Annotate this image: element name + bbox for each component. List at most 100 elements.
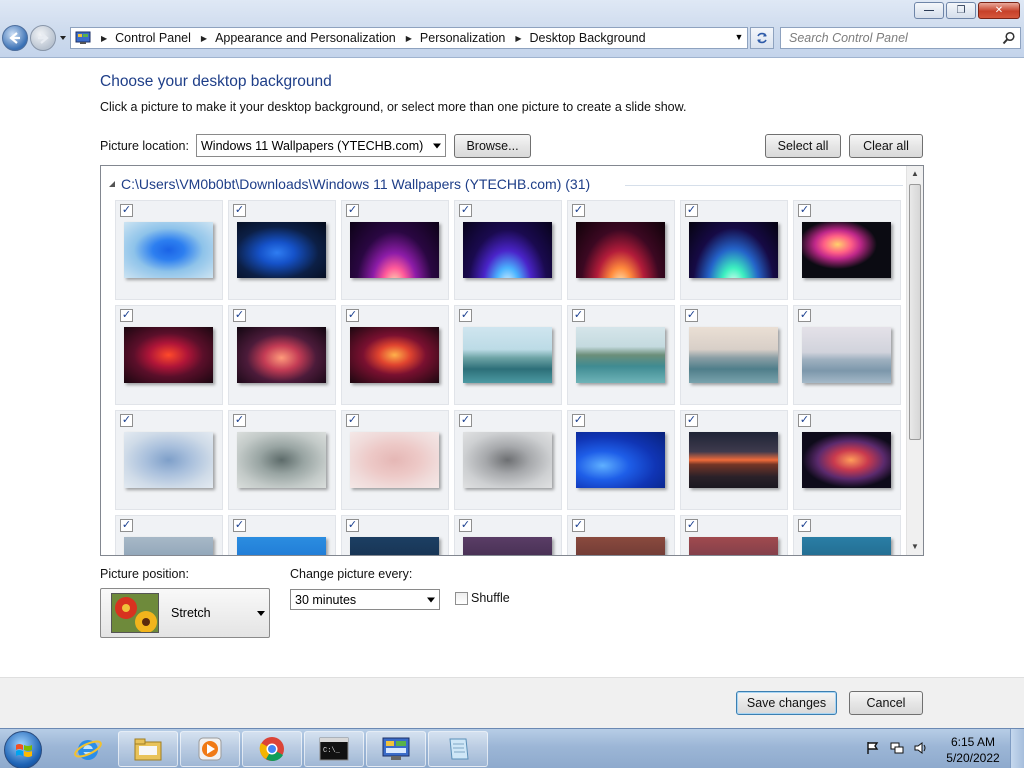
wallpaper-checkbox[interactable]: ✓ — [120, 204, 133, 217]
breadcrumb-arrow-icon[interactable]: ▶ — [515, 34, 521, 43]
browse-button[interactable]: Browse... — [454, 134, 531, 158]
breadcrumb-control-panel[interactable]: Control Panel — [115, 31, 191, 45]
taskbar-command-prompt[interactable]: C:\_ — [304, 731, 364, 767]
breadcrumb-personalization[interactable]: Personalization — [420, 31, 505, 45]
wallpaper-gallery[interactable]: C:\Users\VM0b0bt\Downloads\Windows 11 Wa… — [100, 165, 924, 556]
taskbar-notepad[interactable] — [428, 731, 488, 767]
wallpaper-tile[interactable]: ✓ — [228, 410, 336, 510]
breadcrumb-arrow-icon[interactable]: ▶ — [406, 34, 412, 43]
wallpaper-checkbox[interactable]: ✓ — [120, 414, 133, 427]
wallpaper-checkbox[interactable]: ✓ — [685, 519, 698, 532]
wallpaper-checkbox[interactable]: ✓ — [459, 519, 472, 532]
forward-button[interactable] — [30, 25, 56, 51]
wallpaper-checkbox[interactable]: ✓ — [459, 204, 472, 217]
taskbar-chrome[interactable] — [242, 731, 302, 767]
wallpaper-tile[interactable]: ✓ — [680, 200, 788, 300]
wallpaper-tile[interactable]: ✓ — [115, 515, 223, 555]
wallpaper-tile[interactable]: ✓ — [454, 200, 562, 300]
shuffle-label[interactable]: Shuffle — [471, 591, 510, 605]
scroll-down-icon[interactable]: ▼ — [907, 539, 923, 555]
wallpaper-tile[interactable]: ✓ — [680, 305, 788, 405]
wallpaper-tile[interactable]: ✓ — [793, 515, 901, 555]
wallpaper-tile[interactable]: ✓ — [228, 200, 336, 300]
wallpaper-checkbox[interactable]: ✓ — [346, 309, 359, 322]
taskbar-file-explorer[interactable] — [118, 731, 178, 767]
wallpaper-checkbox[interactable]: ✓ — [572, 414, 585, 427]
wallpaper-checkbox[interactable]: ✓ — [459, 414, 472, 427]
wallpaper-tile[interactable]: ✓ — [567, 200, 675, 300]
breadcrumb-arrow-icon[interactable]: ▶ — [201, 34, 207, 43]
search-icon[interactable] — [1002, 31, 1016, 45]
network-icon[interactable] — [890, 741, 904, 755]
picture-location-select[interactable]: Windows 11 Wallpapers (YTECHB.com) — [196, 134, 446, 157]
minimize-button[interactable]: — — [914, 2, 944, 19]
wallpaper-tile[interactable]: ✓ — [793, 305, 901, 405]
wallpaper-checkbox[interactable]: ✓ — [685, 309, 698, 322]
wallpaper-checkbox[interactable]: ✓ — [572, 309, 585, 322]
wallpaper-tile[interactable]: ✓ — [567, 410, 675, 510]
wallpaper-tile[interactable]: ✓ — [793, 410, 901, 510]
wallpaper-tile[interactable]: ✓ — [454, 515, 562, 555]
wallpaper-tile[interactable]: ✓ — [680, 515, 788, 555]
wallpaper-tile[interactable]: ✓ — [567, 305, 675, 405]
search-input[interactable]: Search Control Panel — [780, 27, 1021, 49]
wallpaper-checkbox[interactable]: ✓ — [120, 519, 133, 532]
wallpaper-tile[interactable]: ✓ — [115, 410, 223, 510]
save-changes-button[interactable]: Save changes — [736, 691, 837, 715]
wallpaper-checkbox[interactable]: ✓ — [685, 204, 698, 217]
action-center-flag-icon[interactable] — [866, 741, 880, 755]
recent-pages-dropdown[interactable] — [58, 33, 68, 43]
show-desktop-button[interactable] — [1010, 729, 1024, 768]
wallpaper-tile[interactable]: ✓ — [115, 200, 223, 300]
wallpaper-tile[interactable]: ✓ — [228, 305, 336, 405]
wallpaper-tile[interactable]: ✓ — [341, 305, 449, 405]
wallpaper-checkbox[interactable]: ✓ — [346, 414, 359, 427]
picture-position-select[interactable]: Stretch — [100, 588, 270, 638]
address-bar[interactable]: ▶ Control Panel ▶ Appearance and Persona… — [70, 27, 748, 49]
address-dropdown-icon[interactable]: ▼ — [733, 32, 745, 44]
shuffle-checkbox[interactable] — [455, 592, 468, 605]
wallpaper-checkbox[interactable]: ✓ — [346, 204, 359, 217]
wallpaper-tile[interactable]: ✓ — [680, 410, 788, 510]
wallpaper-checkbox[interactable]: ✓ — [572, 519, 585, 532]
collapse-group-icon[interactable] — [109, 181, 115, 187]
breadcrumb-arrow-icon[interactable]: ▶ — [101, 34, 107, 43]
change-interval-select[interactable]: 30 minutes — [290, 589, 440, 610]
breadcrumb-appearance[interactable]: Appearance and Personalization — [215, 31, 396, 45]
start-button[interactable] — [4, 731, 42, 768]
select-all-button[interactable]: Select all — [765, 134, 841, 158]
taskbar-clock[interactable]: 6:15 AM 5/20/2022 — [940, 734, 1006, 766]
wallpaper-checkbox[interactable]: ✓ — [233, 519, 246, 532]
wallpaper-tile[interactable]: ✓ — [115, 305, 223, 405]
scroll-up-icon[interactable]: ▲ — [907, 166, 923, 182]
taskbar-internet-explorer[interactable] — [58, 731, 118, 767]
wallpaper-checkbox[interactable]: ✓ — [798, 309, 811, 322]
wallpaper-tile[interactable]: ✓ — [228, 515, 336, 555]
refresh-button[interactable] — [750, 27, 774, 49]
restore-button[interactable]: ❐ — [946, 2, 976, 19]
clear-all-button[interactable]: Clear all — [849, 134, 923, 158]
wallpaper-tile[interactable]: ✓ — [454, 410, 562, 510]
wallpaper-checkbox[interactable]: ✓ — [798, 519, 811, 532]
wallpaper-checkbox[interactable]: ✓ — [572, 204, 585, 217]
wallpaper-checkbox[interactable]: ✓ — [233, 204, 246, 217]
wallpaper-checkbox[interactable]: ✓ — [233, 414, 246, 427]
wallpaper-tile[interactable]: ✓ — [567, 515, 675, 555]
wallpaper-checkbox[interactable]: ✓ — [346, 519, 359, 532]
wallpaper-tile[interactable]: ✓ — [341, 200, 449, 300]
wallpaper-checkbox[interactable]: ✓ — [685, 414, 698, 427]
wallpaper-checkbox[interactable]: ✓ — [459, 309, 472, 322]
gallery-scrollbar[interactable]: ▲ ▼ — [906, 166, 923, 555]
volume-icon[interactable] — [914, 741, 928, 755]
scrollbar-thumb[interactable] — [909, 184, 921, 440]
wallpaper-tile[interactable]: ✓ — [454, 305, 562, 405]
taskbar-control-panel[interactable] — [366, 731, 426, 767]
taskbar-media-player[interactable] — [180, 731, 240, 767]
wallpaper-tile[interactable]: ✓ — [341, 410, 449, 510]
back-button[interactable] — [2, 25, 28, 51]
wallpaper-tile[interactable]: ✓ — [793, 200, 901, 300]
close-button[interactable]: ✕ — [978, 2, 1020, 19]
breadcrumb-desktop-background[interactable]: Desktop Background — [530, 31, 646, 45]
wallpaper-checkbox[interactable]: ✓ — [233, 309, 246, 322]
wallpaper-checkbox[interactable]: ✓ — [798, 414, 811, 427]
